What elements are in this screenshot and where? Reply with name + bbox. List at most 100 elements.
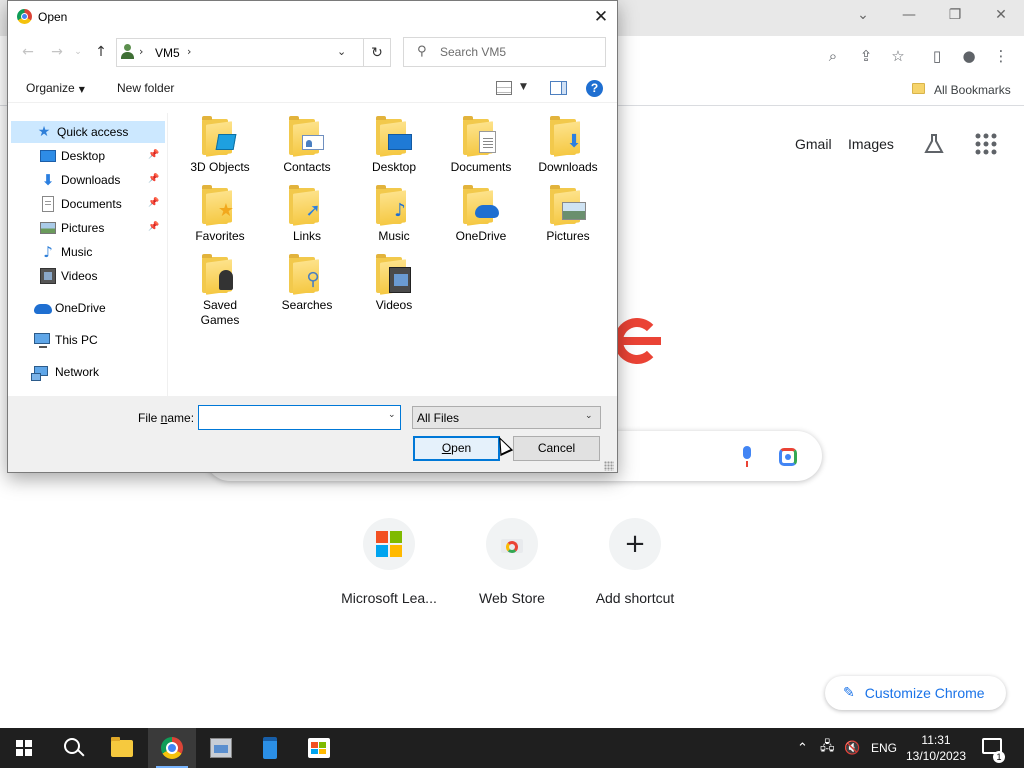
nav-item-music[interactable]: ♪ Music [8, 241, 168, 263]
shortcut-microsoft[interactable]: Microsoft Lea... [324, 518, 454, 606]
nav-item-network[interactable]: Network [8, 361, 168, 383]
network-tray-icon[interactable]: 🖧 [820, 728, 835, 768]
file-name-input[interactable] [203, 410, 378, 426]
images-link[interactable]: Images [848, 136, 894, 152]
up-arrow-icon[interactable]: ↑ [91, 43, 111, 61]
nav-item-this-pc[interactable]: This PC [8, 329, 168, 351]
taskbar-file-explorer[interactable] [98, 728, 146, 768]
document-icon [42, 196, 54, 212]
side-panel-icon[interactable]: ▯ [926, 45, 948, 67]
share-icon[interactable]: ⇪ [855, 45, 877, 67]
tray-chevron-icon[interactable]: ⌃ [797, 728, 808, 768]
folder-search-box[interactable]: ⚲ [403, 37, 606, 67]
nav-item-onedrive[interactable]: OneDrive [8, 297, 168, 319]
favorites-folder-icon: ★ [200, 184, 240, 226]
file-name-history-dropdown-icon[interactable]: ⌄ [388, 410, 396, 420]
address-bar[interactable]: › VM5 › ⌄ [116, 38, 364, 67]
resize-grip-icon[interactable] [604, 461, 614, 471]
back-arrow-icon[interactable]: ← [18, 43, 38, 61]
nav-item-downloads[interactable]: ⬇ Downloads 📌 [8, 169, 168, 191]
folder-favorites[interactable]: ★ Favorites [177, 184, 263, 244]
folder-downloads[interactable]: ⬇ Downloads [525, 115, 611, 175]
nav-item-quick-access[interactable]: ★ Quick access [11, 121, 165, 143]
breadcrumb-vm5[interactable]: VM5 [155, 46, 180, 60]
clock[interactable]: 11:31 13/10/2023 [898, 732, 974, 764]
nav-item-label: Music [61, 245, 93, 259]
taskbar-store[interactable] [295, 728, 343, 768]
music-icon: ♪ [43, 243, 53, 261]
voice-search-icon[interactable] [740, 446, 754, 468]
taskbar-notepad[interactable] [246, 728, 294, 768]
restore-icon[interactable]: ❐ [932, 0, 978, 30]
bookmark-star-icon[interactable]: ☆ [887, 45, 909, 67]
videos-folder-icon [374, 253, 414, 295]
address-dropdown-icon[interactable]: ⌄ [337, 45, 346, 58]
user-folder-icon [121, 44, 134, 59]
dialog-title: Open [38, 10, 68, 24]
menu-icon[interactable]: ⋮ [990, 45, 1012, 67]
google-lens-icon[interactable] [779, 448, 797, 466]
apps-grid-icon[interactable] [975, 133, 997, 155]
zoom-icon[interactable]: ⌕ [822, 45, 844, 67]
gmail-link[interactable]: Gmail [795, 136, 832, 152]
open-button[interactable]: Open [413, 436, 500, 461]
new-folder-button[interactable]: New folder [117, 81, 174, 95]
folder-contacts[interactable]: Contacts [264, 115, 350, 175]
taskbar-chrome[interactable] [148, 728, 196, 768]
file-name-field[interactable] [198, 405, 401, 430]
refresh-icon: ↻ [371, 44, 383, 61]
nav-item-videos[interactable]: Videos [8, 265, 168, 287]
nav-item-label: Quick access [57, 125, 129, 139]
recent-locations-icon[interactable]: ⌄ [68, 43, 88, 61]
profile-icon[interactable]: ● [958, 45, 980, 67]
customize-chrome-button[interactable]: ✎ Customize Chrome [825, 676, 1006, 710]
folder-videos[interactable]: Videos [351, 253, 437, 313]
preview-pane-icon[interactable] [550, 81, 567, 95]
nav-item-desktop[interactable]: Desktop 📌 [8, 145, 168, 167]
taskbar-search-button[interactable] [48, 728, 96, 768]
view-options-caret-icon[interactable]: ▼ [520, 82, 527, 92]
folder-pictures[interactable]: Pictures [525, 184, 611, 244]
desktop-icon [40, 150, 56, 162]
start-button[interactable] [0, 728, 48, 768]
nav-item-label: Documents [61, 197, 122, 211]
folder-onedrive[interactable]: OneDrive [438, 184, 524, 244]
folder-desktop[interactable]: Desktop [351, 115, 437, 175]
folder-3d-objects[interactable]: 3D Objects [177, 115, 263, 175]
pin-icon: 📌 [148, 174, 160, 184]
folder-documents[interactable]: Documents [438, 115, 524, 175]
nav-item-documents[interactable]: Documents 📌 [8, 193, 168, 215]
file-type-select[interactable]: All Files ⌄ [412, 406, 601, 429]
windows-start-icon [16, 740, 32, 756]
folder-links[interactable]: ➚ Links [264, 184, 350, 244]
folder-music[interactable]: ♪ Music [351, 184, 437, 244]
shortcut-add[interactable]: + Add shortcut [570, 518, 700, 606]
folder-saved-games[interactable]: Saved Games [177, 253, 263, 328]
breadcrumb-chevron-icon[interactable]: › [187, 45, 191, 58]
pencil-icon: ✎ [843, 685, 855, 701]
google-logo-fragment [614, 318, 661, 364]
dialog-close-button[interactable]: ✕ [584, 3, 618, 31]
tab-search-icon[interactable]: ⌄ [840, 0, 886, 30]
folder-searches[interactable]: ⚲ Searches [264, 253, 350, 313]
folder-label: 3D Objects [190, 160, 250, 174]
refresh-button[interactable]: ↻ [364, 38, 391, 67]
organize-button[interactable]: Organize ▼ [26, 81, 85, 95]
help-icon[interactable]: ? [586, 80, 603, 97]
change-view-icon[interactable] [496, 81, 512, 95]
browser-close-icon[interactable]: ✕ [978, 0, 1024, 30]
breadcrumb-chevron-icon[interactable]: › [139, 45, 143, 58]
web-store-icon [486, 518, 538, 570]
minimize-icon[interactable]: — [886, 0, 932, 30]
folder-search-input[interactable] [440, 44, 600, 60]
forward-arrow-icon[interactable]: → [47, 43, 67, 61]
shortcut-web-store[interactable]: Web Store [447, 518, 577, 606]
language-indicator[interactable]: ENG [871, 728, 897, 768]
cancel-button[interactable]: Cancel [513, 436, 600, 461]
labs-flask-icon[interactable] [922, 132, 946, 156]
nav-item-pictures[interactable]: Pictures 📌 [8, 217, 168, 239]
volume-muted-icon[interactable]: 🔇 [844, 728, 860, 768]
taskbar-app[interactable] [197, 728, 245, 768]
search-icon: ⚲ [417, 44, 427, 59]
all-bookmarks-link[interactable]: All Bookmarks [934, 83, 1011, 97]
